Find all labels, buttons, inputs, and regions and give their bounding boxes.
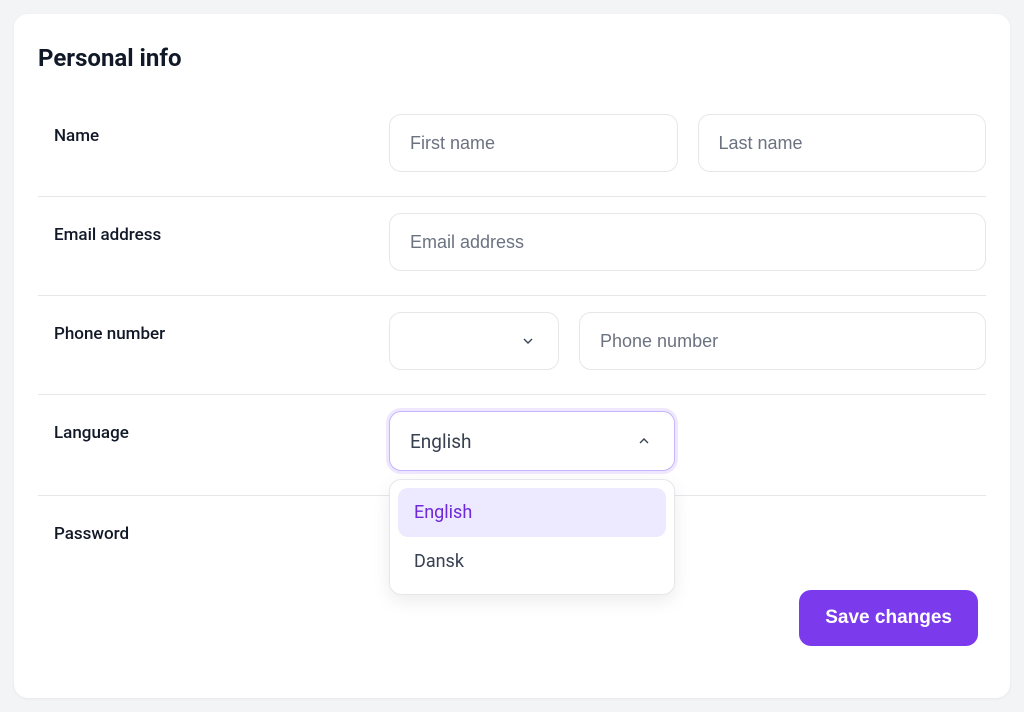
language-fields: English English Dansk bbox=[389, 411, 986, 471]
save-changes-button[interactable]: Save changes bbox=[799, 590, 978, 646]
language-dropdown: English Dansk bbox=[389, 479, 675, 595]
phone-fields bbox=[389, 312, 986, 370]
phone-label: Phone number bbox=[54, 312, 389, 344]
row-language: Language English English Dansk bbox=[38, 395, 986, 496]
row-phone: Phone number bbox=[38, 296, 986, 395]
password-label: Password bbox=[54, 512, 389, 544]
chevron-down-icon bbox=[518, 331, 538, 351]
first-name-input[interactable] bbox=[389, 114, 678, 172]
language-field: English English Dansk bbox=[389, 411, 675, 471]
language-option-dansk[interactable]: Dansk bbox=[398, 537, 666, 586]
language-select[interactable]: English bbox=[389, 411, 675, 471]
email-label: Email address bbox=[54, 213, 389, 245]
personal-info-card: Personal info Name Email address Phone n… bbox=[14, 14, 1010, 698]
phone-code-select[interactable] bbox=[389, 312, 559, 370]
chevron-up-icon bbox=[634, 431, 654, 451]
name-fields bbox=[389, 114, 986, 172]
row-email: Email address bbox=[38, 197, 986, 296]
email-input[interactable] bbox=[389, 213, 986, 271]
last-name-input[interactable] bbox=[698, 114, 987, 172]
name-label: Name bbox=[54, 114, 389, 146]
language-selected-value: English bbox=[410, 430, 471, 453]
phone-country-code bbox=[389, 312, 559, 370]
email-fields bbox=[389, 213, 986, 271]
page-title: Personal info bbox=[38, 44, 986, 72]
language-option-english[interactable]: English bbox=[398, 488, 666, 537]
row-name: Name bbox=[38, 98, 986, 197]
phone-input[interactable] bbox=[579, 312, 986, 370]
language-label: Language bbox=[54, 411, 389, 443]
